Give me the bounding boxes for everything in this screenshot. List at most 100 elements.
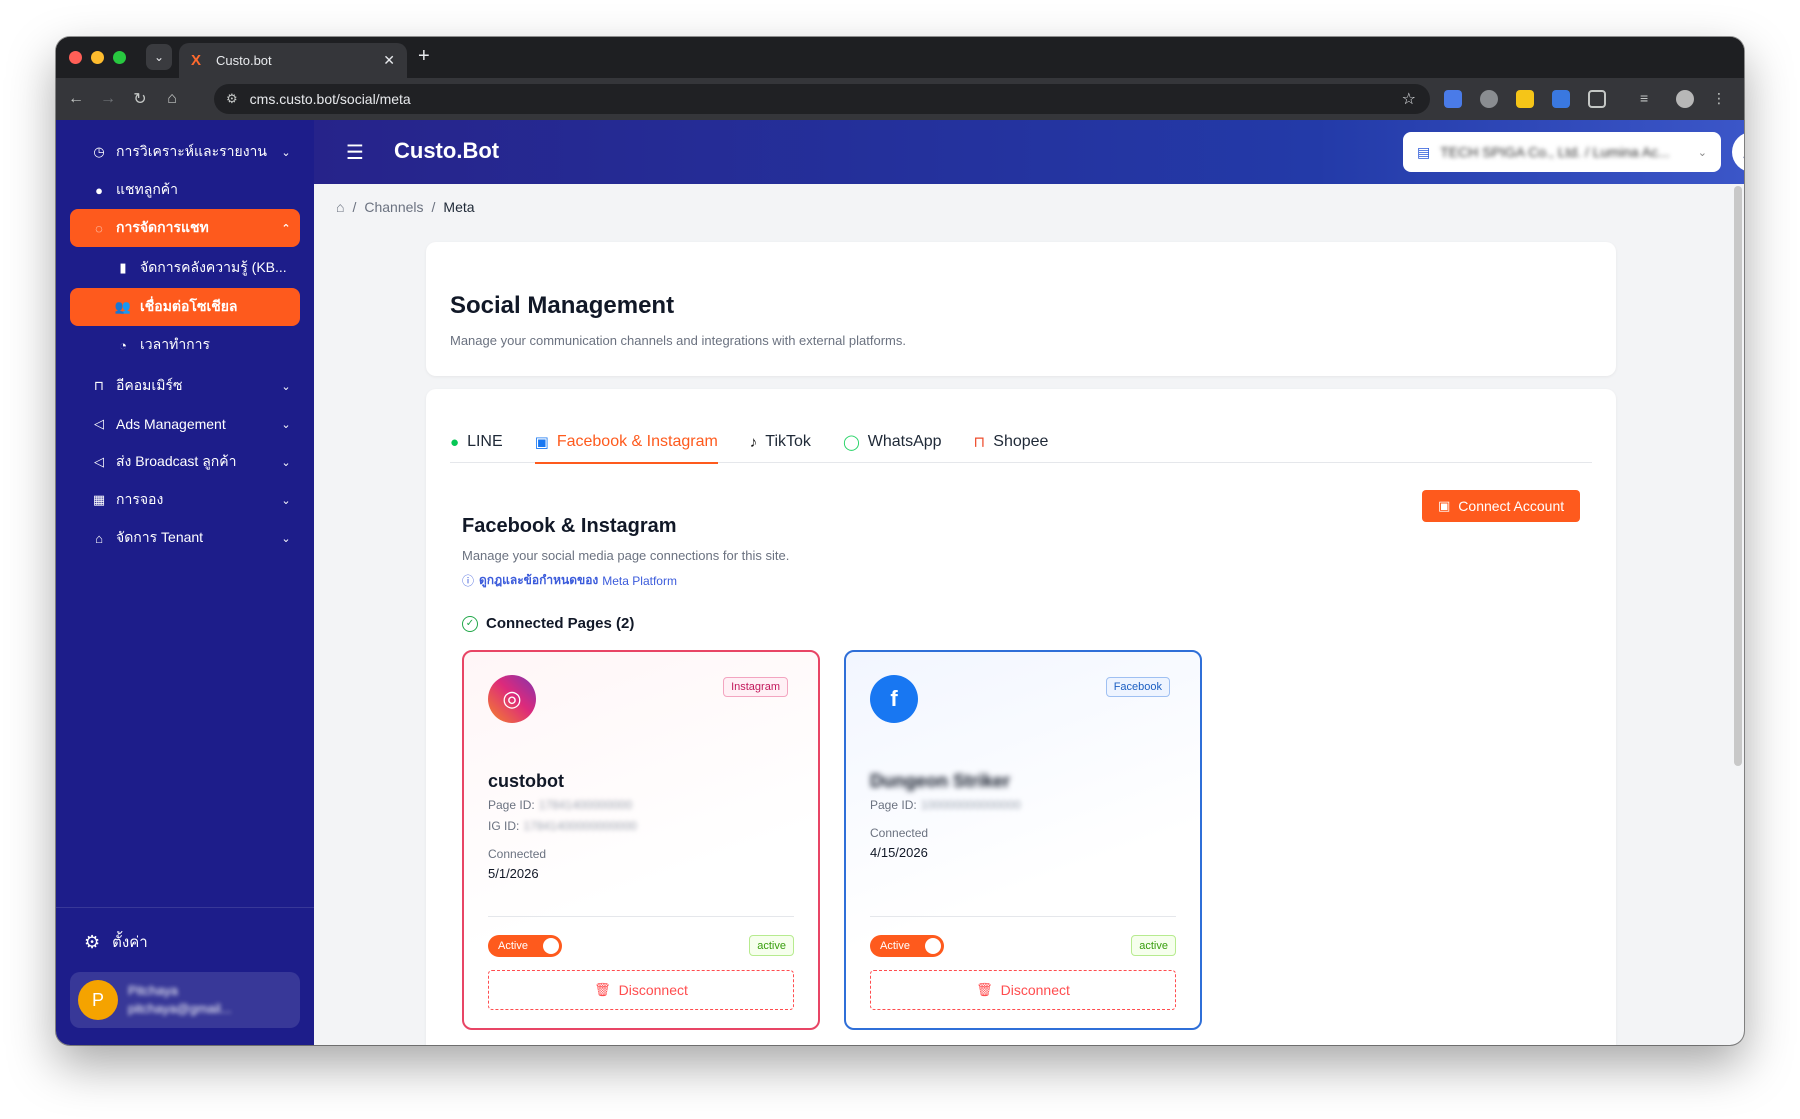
breadcrumb-current: Meta [443, 199, 475, 215]
chevron-down-icon: ⌄ [281, 418, 291, 431]
browser-tab-active[interactable]: X Custo.bot ✕ [179, 43, 407, 78]
sidebar-item-analytics[interactable]: ◷ การวิเคราะห์และรายงาน ⌄ [70, 133, 300, 171]
page-id-value: 17841400000000 [538, 798, 633, 812]
sidebar-item-label: Ads Management [116, 416, 226, 432]
shopee-icon: ⊓ [973, 434, 986, 451]
keep-extension-icon[interactable] [1516, 90, 1534, 108]
active-toggle[interactable]: Active [488, 935, 562, 957]
forward-button[interactable]: → [96, 87, 120, 111]
tenant-selector[interactable]: ▤ TECH SPIGA Co., Ltd. / Lumina Ac... ⌄ [1403, 132, 1721, 172]
connected-label: Connected [488, 847, 547, 861]
sidebar-item-customer-chat[interactable]: ● แชทลูกค้า [70, 171, 300, 209]
page-description: Manage your communication channels and i… [450, 333, 906, 348]
extensions-puzzle-icon[interactable] [1588, 90, 1606, 108]
sidebar-item-ecommerce[interactable]: ⊓ อีคอมเมิร์ซ ⌄ [70, 367, 300, 405]
connect-account-button[interactable]: ▣ Connect Account [1422, 490, 1581, 522]
connected-label: Connected [870, 826, 929, 840]
section-description: Manage your social media page connection… [462, 548, 790, 563]
shop-icon: ▤ [1417, 143, 1431, 160]
app-header: ☰ Custo.Bot ▤ TECH SPIGA Co., Ltd. / Lum… [314, 120, 1744, 184]
channels-card: ● LINE ▣ Facebook & Instagram ♪ TikTok ◯… [426, 389, 1616, 1045]
active-toggle[interactable]: Active [870, 935, 944, 957]
new-tab-button[interactable]: + [418, 45, 430, 68]
browser-window: ⌄ X Custo.bot ✕ + ← → ↻ ⌂ ⚙ cms.custo.bo… [56, 37, 1744, 1045]
tab-label: LINE [467, 433, 503, 450]
reading-list-icon[interactable]: ≡ [1640, 90, 1658, 108]
facebook-icon: ▣ [534, 434, 549, 451]
sidebar-item-business-hours[interactable]: ◔ เวลาทำการ [70, 326, 300, 364]
home-button[interactable]: ⌂ [160, 87, 184, 111]
whatsapp-icon: ◯ [842, 434, 860, 451]
settings-label: ตั้งค่า [112, 934, 148, 951]
sidebar-item-broadcast[interactable]: ◁ ส่ง Broadcast ลูกค้า ⌄ [70, 443, 300, 481]
bookmark-star-icon[interactable]: ☆ [1402, 89, 1416, 109]
meta-rules-link[interactable]: ⓘ ดูกฎและข้อกำหนดของ Meta Platform [462, 571, 677, 590]
home-icon[interactable]: ⌂ [336, 199, 344, 215]
sidebar-divider [56, 907, 314, 908]
profile-avatar-icon[interactable] [1676, 90, 1694, 108]
app-root: ◷ การวิเคราะห์และรายงาน ⌄ ● แชทลูกค้า ◌ … [56, 120, 1744, 1045]
window-close-button[interactable] [69, 51, 82, 64]
status-badge: active [749, 935, 794, 956]
connected-pages-label: Connected Pages (2) [486, 615, 635, 632]
ig-id-label: IG ID: [488, 819, 520, 833]
address-bar-url[interactable]: cms.custo.bot/social/meta [250, 91, 1402, 107]
site-info-icon[interactable]: ⚙ [226, 91, 238, 107]
page-title: Social Management [450, 292, 675, 319]
cloud-extension-icon[interactable] [1552, 90, 1570, 108]
window-maximize-button[interactable] [113, 51, 126, 64]
sidebar-item-label: การจอง [116, 491, 164, 507]
address-bar[interactable]: ⚙ cms.custo.bot/social/meta ☆ [214, 84, 1430, 114]
translate-extension-icon[interactable] [1444, 90, 1462, 108]
page-scrollbar[interactable] [1734, 186, 1742, 766]
sidebar-item-tenant[interactable]: ⌂ จัดการ Tenant ⌄ [70, 519, 300, 557]
main-content: ⌂ / Channels / Meta Social Management Ma… [314, 184, 1744, 1045]
camera-extension-icon[interactable] [1480, 90, 1498, 108]
tab-tiktok[interactable]: ♪ TikTok [750, 421, 811, 463]
tab-whatsapp[interactable]: ◯ WhatsApp [843, 421, 942, 463]
page-id-value: 100000000000000 [920, 798, 1021, 812]
menu-toggle-button[interactable]: ☰ [346, 140, 364, 165]
sidebar-item-ads-management[interactable]: ◁ Ads Management ⌄ [70, 405, 300, 443]
avatar: P [78, 980, 118, 1020]
sidebar-item-booking[interactable]: ▦ การจอง ⌄ [70, 481, 300, 519]
sidebar-item-label: จัดการ Tenant [116, 529, 204, 545]
sidebar-item-knowledge-base[interactable]: ▮ จัดการคลังความรู้ (KB... [70, 249, 300, 287]
chevron-down-icon: ⌄ [281, 456, 291, 469]
notifications-button[interactable]: 🔔︎ [1732, 132, 1744, 172]
brand-title: Custo.Bot [394, 138, 500, 163]
breadcrumb-channels[interactable]: Channels [364, 199, 423, 215]
trash-icon: 🗑︎ [976, 982, 993, 997]
tab-shopee[interactable]: ⊓ Shopee [974, 421, 1049, 463]
rules-link-text[interactable]: Meta Platform [602, 574, 677, 588]
sidebar-item-chat-management[interactable]: ◌ การจัดการแชท ⌃ [70, 209, 300, 247]
browser-toolbar: ← → ↻ ⌂ ⚙ cms.custo.bot/social/meta ☆ ≡ … [56, 78, 1744, 120]
tiktok-icon: ♪ [749, 433, 758, 451]
tab-facebook-instagram[interactable]: ▣ Facebook & Instagram [534, 421, 718, 464]
team-icon: 👥 [114, 299, 132, 314]
reload-button[interactable]: ↻ [128, 87, 152, 111]
sidebar-settings[interactable]: ⚙ ตั้งค่า [84, 930, 148, 954]
facebook-logo-icon: f [870, 675, 918, 723]
connected-date: 4/15/2026 [870, 845, 928, 860]
browser-menu-icon[interactable]: ⋮ [1712, 90, 1730, 108]
user-profile-card[interactable]: P Pitchaya pitchaya@gmail... [70, 972, 300, 1028]
chevron-down-icon: ⌄ [281, 532, 291, 545]
card-divider [870, 916, 1176, 917]
megaphone-icon: ◁ [94, 454, 104, 469]
toggle-label: Active [498, 940, 528, 952]
window-minimize-button[interactable] [91, 51, 104, 64]
tab-search-button[interactable]: ⌄ [146, 44, 172, 70]
trash-icon: 🗑︎ [594, 982, 611, 997]
tab-line[interactable]: ● LINE [450, 421, 503, 463]
home-icon: ⌂ [167, 90, 177, 107]
disconnect-button[interactable]: 🗑︎ Disconnect [870, 970, 1176, 1010]
back-button[interactable]: ← [64, 87, 88, 111]
sidebar-item-social-connect[interactable]: 👥 เชื่อมต่อโซเชียล [70, 288, 300, 326]
tab-close-icon[interactable]: ✕ [383, 52, 395, 69]
breadcrumb: ⌂ / Channels / Meta [336, 199, 475, 215]
page-id-row: Page ID: 17841400000000 [488, 798, 632, 812]
home-icon: ⌂ [95, 530, 103, 546]
user-info: Pitchaya pitchaya@gmail... [128, 982, 232, 1018]
disconnect-button[interactable]: 🗑︎ Disconnect [488, 970, 794, 1010]
